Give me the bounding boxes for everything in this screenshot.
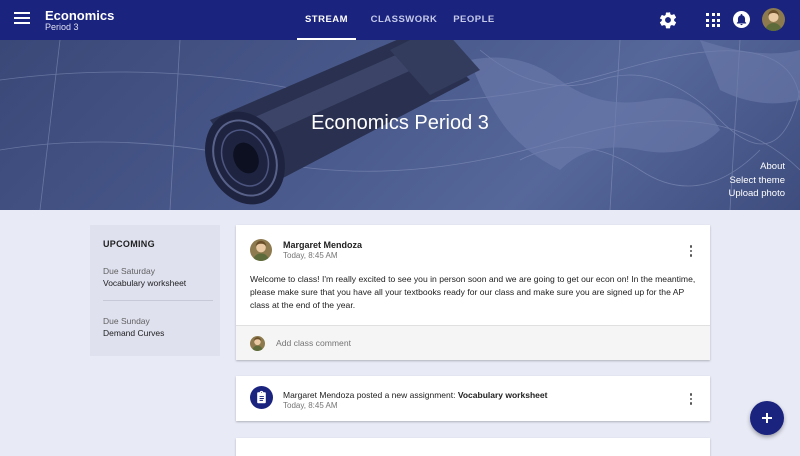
upcoming-panel: UPCOMING Due Saturday Vocabulary workshe…: [90, 225, 220, 356]
comment-row: Add class comment: [236, 325, 710, 360]
class-banner: Economics Period 3 About Select theme Up…: [0, 40, 800, 210]
gear-icon[interactable]: [658, 10, 678, 30]
upcoming-item-due: Due Sunday: [103, 316, 150, 326]
upcoming-item-name: Demand Curves: [103, 328, 165, 338]
avatar: [250, 239, 272, 261]
avatar: [250, 336, 265, 351]
post-author: Margaret Mendoza: [283, 240, 363, 250]
banner-title: Economics Period 3: [311, 112, 489, 134]
assignment-time: Today, 8:45 AM: [283, 401, 338, 410]
assignment-icon: [250, 386, 273, 409]
class-comment-input[interactable]: Add class comment: [276, 338, 351, 348]
assignment-prefix: Margaret Mendoza posted a new assignment…: [283, 390, 458, 400]
assignment-title[interactable]: Vocabulary worksheet: [458, 390, 548, 400]
tab-classwork[interactable]: CLASSWORK: [360, 0, 448, 40]
avatar[interactable]: [762, 8, 785, 31]
add-fab-button[interactable]: [750, 401, 784, 435]
stream-post: Margaret Mendoza Today, 8:45 AM Welcome …: [236, 225, 710, 360]
more-vert-icon[interactable]: [688, 245, 694, 259]
stream-post: [236, 438, 710, 456]
banner-links: About Select theme Upload photo: [728, 160, 785, 201]
more-vert-icon[interactable]: [688, 393, 694, 407]
upload-photo-link[interactable]: Upload photo: [728, 187, 785, 201]
post-body: Welcome to class! I'm really excited to …: [250, 274, 696, 310]
divider: [103, 300, 213, 301]
tab-stream[interactable]: STREAM: [297, 0, 356, 40]
tab-bar: STREAM CLASSWORK PEOPLE: [297, 0, 499, 40]
upcoming-item[interactable]: Due Saturday Vocabulary worksheet: [103, 265, 186, 289]
menu-icon[interactable]: [14, 12, 30, 28]
upcoming-item-name: Vocabulary worksheet: [103, 278, 187, 288]
class-title[interactable]: Economics: [45, 8, 114, 23]
tab-people[interactable]: PEOPLE: [449, 0, 499, 40]
upcoming-title: UPCOMING: [103, 239, 155, 249]
upcoming-item-due: Due Saturday: [103, 266, 155, 276]
assignment-text: Margaret Mendoza posted a new assignment…: [283, 390, 547, 400]
upcoming-item[interactable]: Due Sunday Demand Curves: [103, 315, 164, 339]
select-theme-link[interactable]: Select theme: [728, 174, 785, 188]
notification-icon[interactable]: [733, 11, 750, 28]
assignment-post[interactable]: Margaret Mendoza posted a new assignment…: [236, 376, 710, 421]
about-link[interactable]: About: [728, 160, 785, 174]
post-time: Today, 8:45 AM: [283, 251, 338, 260]
top-bar: Economics Period 3 STREAM CLASSWORK PEOP…: [0, 0, 800, 40]
apps-grid-icon[interactable]: [705, 12, 721, 28]
class-section: Period 3: [45, 22, 79, 32]
